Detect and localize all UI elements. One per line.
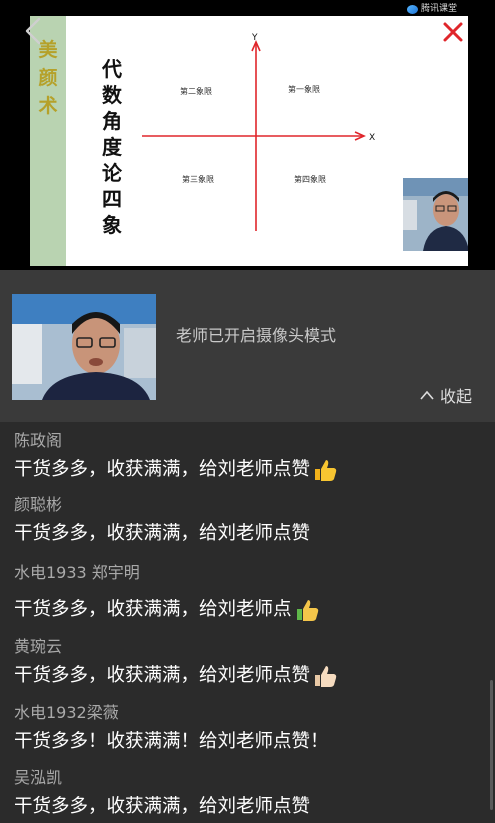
comment-item: 吴泓凯 干货多多，收获满满，给刘老师点赞: [14, 765, 310, 823]
collapse-button[interactable]: 收起: [420, 383, 472, 407]
comment-message: 干货多多，收获满满，给刘老师点赞: [14, 459, 311, 480]
comment-scrollbar[interactable]: [490, 680, 493, 810]
comment-user: 吴泓凯: [14, 768, 63, 787]
teacher-camera-video[interactable]: [12, 294, 156, 400]
close-button[interactable]: [442, 21, 464, 43]
comment-message-row: 干货多多！收获满满！给刘老师点赞！: [14, 726, 329, 758]
camera-section: 老师已开启摄像头模式 收起: [0, 270, 495, 422]
back-button[interactable]: [22, 16, 44, 46]
comment-message-row: 干货多多，收获满满，给刘老师点赞: [14, 518, 310, 550]
comment-message: 干货多多，收获满满，给刘老师点赞: [14, 523, 311, 544]
comment-message-row: 干货多多，收获满满，给刘老师点赞: [14, 660, 338, 692]
comment-user: 颜聪彬: [14, 495, 63, 514]
comment-message: 干货多多！收获满满！给刘老师点赞！: [14, 731, 329, 752]
comment-message: 干货多多，收获满满，给刘老师点赞: [14, 665, 311, 686]
x-axis-label: X: [369, 133, 375, 143]
comment-item: 颜聪彬 干货多多，收获满满，给刘老师点赞: [14, 492, 310, 550]
thumbs-up-icon: [315, 460, 337, 481]
camera-status-text: 老师已开启摄像头模式: [176, 326, 337, 345]
comment-item: 水电1933 郑宇明 干货多多，收获满满，给刘老师点: [14, 560, 320, 626]
chevron-left-icon: [25, 17, 41, 45]
comment-item: 黄琬云 干货多多，收获满满，给刘老师点赞: [14, 634, 338, 692]
quadrant-4-label: 第四象限: [294, 175, 326, 184]
teacher-pip-image: [403, 178, 468, 251]
comment-item: 水电1932梁薇 干货多多！收获满满！给刘老师点赞！: [14, 700, 329, 758]
comment-user: 陈政阁: [14, 431, 63, 450]
close-icon: [443, 22, 463, 42]
comment-message-row: 干货多多，收获满满，给刘老师点赞: [14, 454, 338, 486]
brand: 腾讯课堂: [406, 2, 457, 16]
y-axis-label: Y: [251, 33, 258, 43]
comment-message-row: 干货多多，收获满满，给刘老师点: [14, 594, 320, 626]
brand-logo-icon: [406, 4, 418, 14]
comment-message: 干货多多，收获满满，给刘老师点: [14, 599, 292, 620]
brand-label: 腾讯课堂: [420, 4, 457, 14]
quadrant-1-label: 第一象限: [288, 85, 320, 94]
quadrant-3-label: 第三象限: [182, 175, 214, 184]
comment-user: 水电1933 郑宇明: [14, 563, 140, 582]
teacher-pip-video[interactable]: [403, 178, 468, 251]
comment-message: 干货多多，收获满满，给刘老师点赞: [14, 796, 311, 817]
comment-list[interactable]: 陈政阁 干货多多，收获满满，给刘老师点赞 颜聪彬 干货多多，收获满满，给刘老师点…: [0, 422, 495, 823]
teacher-camera-image: [12, 294, 156, 400]
collapse-label: 收起: [440, 387, 473, 406]
quadrant-2-label: 第二象限: [180, 87, 212, 96]
thumbs-up-icon: [296, 600, 318, 621]
comment-item: 陈政阁 干货多多，收获满满，给刘老师点赞: [14, 428, 338, 486]
comment-user: 水电1932梁薇: [14, 703, 119, 722]
chevron-up-icon: [420, 390, 434, 400]
thumbs-up-icon: [315, 666, 337, 687]
video-area: 腾讯课堂 美颜术 代数角度论四象 Y X 第二象限 第一象限 第三象限 第四象限: [0, 0, 495, 270]
comment-user: 黄琬云: [14, 637, 63, 656]
comment-message-row: 干货多多，收获满满，给刘老师点赞: [14, 791, 310, 823]
